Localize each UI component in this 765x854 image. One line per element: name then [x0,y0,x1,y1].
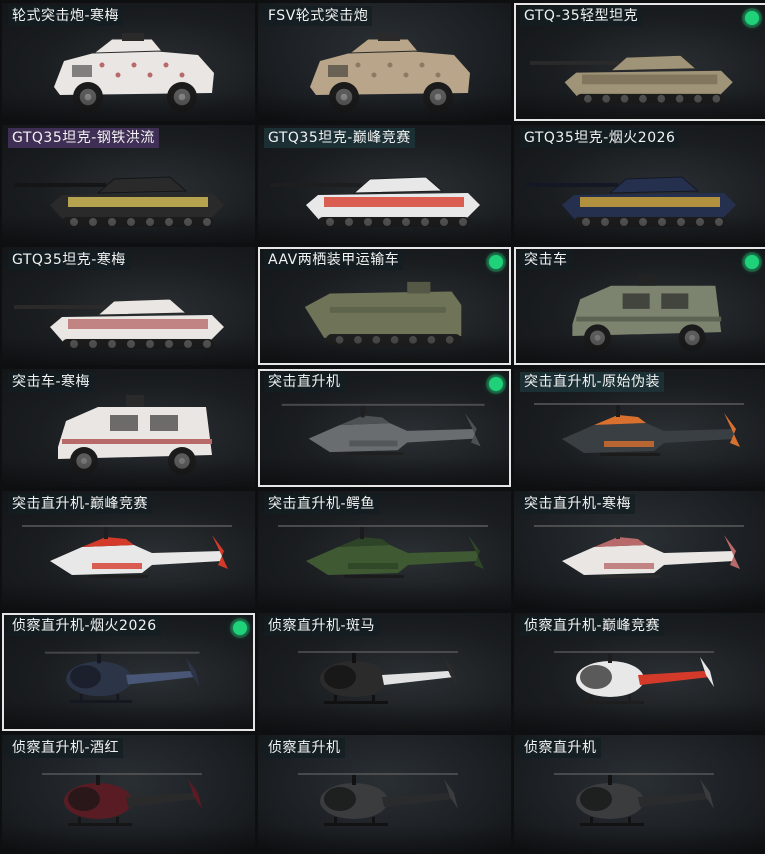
equipped-indicator-icon [489,377,503,391]
vehicle-card[interactable]: GTQ-35轻型坦克 [514,3,765,121]
vehicle-card[interactable]: 突击直升机 [258,369,511,487]
vehicle-card[interactable]: GTQ35坦克-巅峰竞赛 [258,125,511,243]
vehicle-name-label: GTQ35坦克-寒梅 [8,250,130,270]
vehicle-name-label: 侦察直升机 [520,738,601,758]
vehicle-card[interactable]: GTQ35坦克-烟火2026 [514,125,765,243]
vehicle-card[interactable]: 突击车-寒梅 [2,369,255,487]
vehicle-name-label: 突击直升机-原始伪装 [520,372,665,392]
vehicle-name-label: 突击直升机-鳄鱼 [264,494,380,514]
vehicle-card[interactable]: FSV轮式突击炮 [258,3,511,121]
vehicle-name-label: AAV两栖装甲运输车 [264,250,404,270]
equipped-indicator-icon [233,621,247,635]
vehicle-card[interactable]: 突击车 [514,247,765,365]
card-floor-shadow [516,91,765,119]
card-floor-shadow [258,825,511,853]
vehicle-card[interactable]: AAV两栖装甲运输车 [258,247,511,365]
equipped-indicator-icon [489,255,503,269]
vehicle-name-label: GTQ35坦克-钢铁洪流 [8,128,159,148]
vehicle-name-label: 轮式突击炮-寒梅 [8,6,124,26]
equipped-indicator-icon [745,11,759,25]
vehicle-card[interactable]: 突击直升机-原始伪装 [514,369,765,487]
vehicle-name-label: GTQ-35轻型坦克 [520,6,643,26]
card-floor-shadow [2,93,255,121]
vehicle-name-label: 侦察直升机-酒红 [8,738,124,758]
vehicle-name-label: GTQ35坦克-巅峰竞赛 [264,128,415,148]
vehicle-skin-grid: 轮式突击炮-寒梅 FSV轮式突击炮 GTQ-35轻型坦克 GTQ35坦克-钢铁洪流 GT… [0,0,765,854]
vehicle-card[interactable]: 侦察直升机-巅峰竞赛 [514,613,765,731]
vehicle-name-label: 侦察直升机 [264,738,345,758]
card-floor-shadow [516,335,765,363]
vehicle-name-label: 侦察直升机-斑马 [264,616,380,636]
vehicle-name-label: 突击直升机-寒梅 [520,494,636,514]
vehicle-card[interactable]: GTQ35坦克-寒梅 [2,247,255,365]
vehicle-name-label: GTQ35坦克-烟火2026 [520,128,680,148]
card-floor-shadow [2,215,255,243]
vehicle-card[interactable]: 突击直升机-鳄鱼 [258,491,511,609]
card-floor-shadow [514,703,765,731]
card-floor-shadow [258,93,511,121]
vehicle-card[interactable]: 侦察直升机 [514,735,765,853]
card-floor-shadow [514,825,765,853]
vehicle-card[interactable]: 轮式突击炮-寒梅 [2,3,255,121]
card-floor-shadow [2,581,255,609]
card-floor-shadow [514,215,765,243]
vehicle-name-label: 突击直升机 [264,372,345,392]
vehicle-name-label: 侦察直升机-烟火2026 [8,616,161,636]
card-floor-shadow [260,335,509,363]
card-floor-shadow [2,337,255,365]
vehicle-card[interactable]: 侦察直升机-烟火2026 [2,613,255,731]
card-floor-shadow [258,703,511,731]
vehicle-card[interactable]: GTQ35坦克-钢铁洪流 [2,125,255,243]
vehicle-name-label: 侦察直升机-巅峰竞赛 [520,616,665,636]
card-floor-shadow [2,459,255,487]
card-floor-shadow [514,581,765,609]
vehicle-card[interactable]: 突击直升机-寒梅 [514,491,765,609]
card-floor-shadow [258,581,511,609]
vehicle-name-label: 突击直升机-巅峰竞赛 [8,494,153,514]
vehicle-card[interactable]: 侦察直升机-酒红 [2,735,255,853]
card-floor-shadow [4,701,253,729]
card-floor-shadow [260,457,509,485]
vehicle-name-label: FSV轮式突击炮 [264,6,373,26]
vehicle-name-label: 突击车 [520,250,572,270]
vehicle-card[interactable]: 侦察直升机 [258,735,511,853]
card-floor-shadow [2,825,255,853]
vehicle-card[interactable]: 侦察直升机-斑马 [258,613,511,731]
card-floor-shadow [258,215,511,243]
vehicle-name-label: 突击车-寒梅 [8,372,95,392]
card-floor-shadow [514,459,765,487]
vehicle-card[interactable]: 突击直升机-巅峰竞赛 [2,491,255,609]
equipped-indicator-icon [745,255,759,269]
